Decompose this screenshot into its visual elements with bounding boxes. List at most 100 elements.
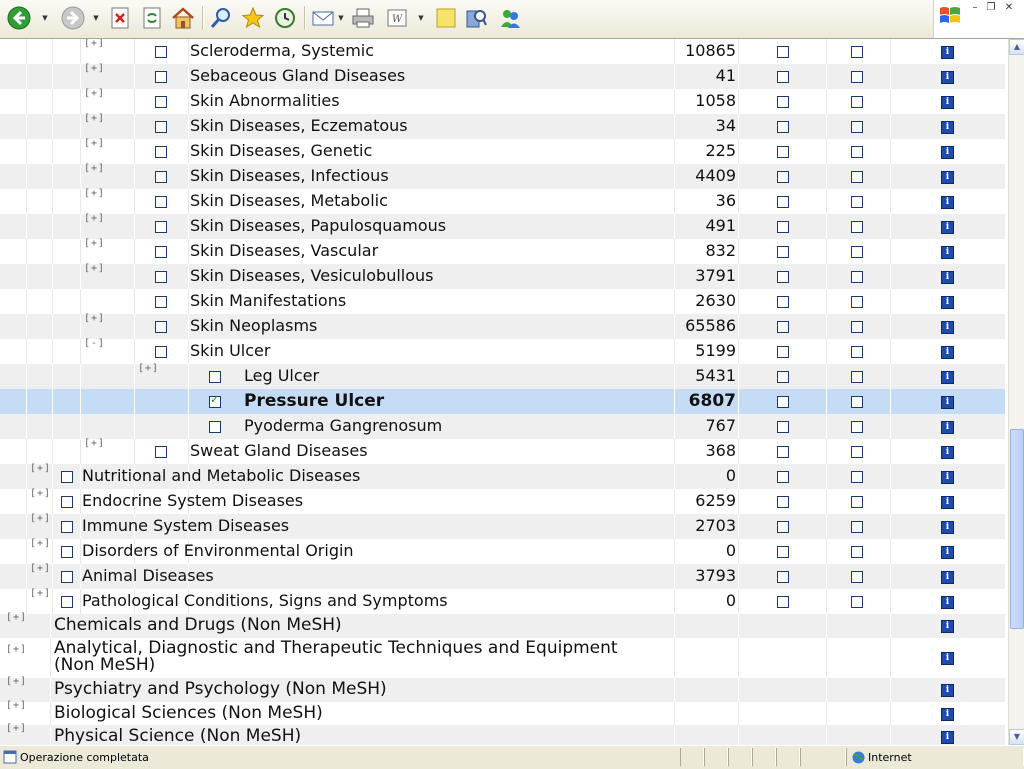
tree-expander[interactable]: [+] bbox=[84, 39, 105, 49]
tree-expander[interactable]: [+] bbox=[30, 463, 51, 474]
major-topic-checkbox[interactable] bbox=[777, 296, 789, 308]
info-icon[interactable]: i bbox=[941, 421, 954, 434]
term-label[interactable]: Pyoderma Gangrenosum bbox=[244, 416, 442, 435]
term-label[interactable]: Leg Ulcer bbox=[244, 366, 319, 385]
term-label[interactable]: Skin Manifestations bbox=[190, 291, 346, 310]
info-icon[interactable]: i bbox=[941, 71, 954, 84]
select-checkbox[interactable] bbox=[155, 346, 167, 358]
home-button[interactable] bbox=[170, 5, 196, 31]
tree-expander[interactable]: [+] bbox=[6, 700, 27, 711]
term-label[interactable]: Biological Sciences (Non MeSH) bbox=[54, 703, 323, 723]
major-topic-checkbox[interactable] bbox=[777, 221, 789, 233]
term-label[interactable]: Sweat Gland Diseases bbox=[190, 441, 368, 460]
major-topic-checkbox[interactable] bbox=[777, 96, 789, 108]
tree-expander[interactable]: [+] bbox=[6, 644, 27, 655]
info-icon[interactable]: i bbox=[941, 446, 954, 459]
select-checkbox[interactable] bbox=[61, 596, 73, 608]
print-button[interactable] bbox=[350, 5, 376, 31]
scroll-thumb[interactable] bbox=[1010, 429, 1024, 629]
research-button[interactable] bbox=[463, 5, 489, 31]
term-label[interactable]: Skin Diseases, Eczematous bbox=[190, 116, 408, 135]
explode-checkbox[interactable] bbox=[851, 146, 863, 158]
edit-button[interactable]: W bbox=[384, 5, 410, 31]
major-topic-checkbox[interactable] bbox=[777, 346, 789, 358]
tree-expander[interactable]: [+] bbox=[84, 163, 105, 174]
select-checkbox[interactable] bbox=[209, 393, 221, 408]
select-checkbox[interactable] bbox=[209, 421, 221, 433]
select-checkbox[interactable] bbox=[61, 571, 73, 583]
term-label[interactable]: Skin Diseases, Metabolic bbox=[190, 191, 388, 210]
explode-checkbox[interactable] bbox=[851, 171, 863, 183]
select-checkbox[interactable] bbox=[155, 321, 167, 333]
select-checkbox[interactable] bbox=[155, 446, 167, 458]
explode-checkbox[interactable] bbox=[851, 271, 863, 283]
term-label[interactable]: Animal Diseases bbox=[82, 566, 214, 585]
select-checkbox[interactable] bbox=[155, 121, 167, 133]
explode-checkbox[interactable] bbox=[851, 446, 863, 458]
select-checkbox[interactable] bbox=[209, 371, 221, 383]
tree-expander[interactable]: [+] bbox=[30, 488, 51, 499]
major-topic-checkbox[interactable] bbox=[777, 446, 789, 458]
tree-expander[interactable]: [+] bbox=[6, 676, 27, 687]
explode-checkbox[interactable] bbox=[851, 596, 863, 608]
tree-expander[interactable]: [+] bbox=[84, 113, 105, 124]
tree-expander[interactable]: [+] bbox=[84, 188, 105, 199]
info-icon[interactable]: i bbox=[941, 708, 954, 721]
term-label[interactable]: Skin Diseases, Genetic bbox=[190, 141, 372, 160]
term-label[interactable]: Nutritional and Metabolic Diseases bbox=[82, 466, 360, 485]
mail-dropdown[interactable]: ▼ bbox=[336, 5, 346, 31]
close-button[interactable]: ✕ bbox=[1002, 2, 1016, 14]
explode-checkbox[interactable] bbox=[851, 371, 863, 383]
tree-expander[interactable]: [+] bbox=[138, 363, 159, 374]
info-icon[interactable]: i bbox=[941, 271, 954, 284]
info-icon[interactable]: i bbox=[941, 221, 954, 234]
history-button[interactable] bbox=[272, 5, 298, 31]
term-label[interactable]: Scleroderma, Systemic bbox=[190, 41, 374, 60]
info-icon[interactable]: i bbox=[941, 96, 954, 109]
minimize-button[interactable]: – bbox=[968, 2, 982, 14]
term-label[interactable]: Pressure Ulcer bbox=[244, 391, 384, 411]
tree-expander[interactable]: [+] bbox=[84, 213, 105, 224]
scroll-up-button[interactable]: ▲ bbox=[1009, 39, 1024, 55]
info-icon[interactable]: i bbox=[941, 146, 954, 159]
explode-checkbox[interactable] bbox=[851, 521, 863, 533]
info-icon[interactable]: i bbox=[941, 371, 954, 384]
info-icon[interactable]: i bbox=[941, 596, 954, 609]
favorites-button[interactable] bbox=[240, 5, 266, 31]
select-checkbox[interactable] bbox=[61, 496, 73, 508]
major-topic-checkbox[interactable] bbox=[777, 146, 789, 158]
select-checkbox[interactable] bbox=[61, 521, 73, 533]
tree-expander[interactable]: [+] bbox=[84, 238, 105, 249]
tree-expander[interactable]: [+] bbox=[30, 588, 51, 599]
edit-dropdown[interactable]: ▼ bbox=[416, 5, 426, 31]
select-checkbox[interactable] bbox=[155, 246, 167, 258]
term-label[interactable]: Endocrine System Diseases bbox=[82, 491, 303, 510]
major-topic-checkbox[interactable] bbox=[777, 396, 789, 408]
vertical-scrollbar[interactable]: ▲ ▼ bbox=[1008, 39, 1024, 745]
info-icon[interactable]: i bbox=[941, 496, 954, 509]
explode-checkbox[interactable] bbox=[851, 121, 863, 133]
term-label[interactable]: Pathological Conditions, Signs and Sympt… bbox=[82, 591, 448, 610]
mail-button[interactable] bbox=[310, 5, 336, 31]
term-label[interactable]: Chemicals and Drugs (Non MeSH) bbox=[54, 615, 342, 635]
info-icon[interactable]: i bbox=[941, 652, 954, 665]
term-label[interactable]: Sebaceous Gland Diseases bbox=[190, 66, 405, 85]
term-label[interactable]: Skin Diseases, Vesiculobullous bbox=[190, 266, 433, 285]
tree-expander[interactable]: [+] bbox=[30, 513, 51, 524]
select-checkbox[interactable] bbox=[61, 546, 73, 558]
select-checkbox[interactable] bbox=[155, 46, 167, 58]
major-topic-checkbox[interactable] bbox=[777, 546, 789, 558]
major-topic-checkbox[interactable] bbox=[777, 321, 789, 333]
tree-expander[interactable]: [+] bbox=[84, 88, 105, 99]
info-icon[interactable]: i bbox=[941, 171, 954, 184]
info-icon[interactable]: i bbox=[941, 731, 954, 744]
search-button[interactable] bbox=[208, 5, 234, 31]
major-topic-checkbox[interactable] bbox=[777, 46, 789, 58]
major-topic-checkbox[interactable] bbox=[777, 596, 789, 608]
term-label[interactable]: Skin Diseases, Papulosquamous bbox=[190, 216, 446, 235]
select-checkbox[interactable] bbox=[155, 196, 167, 208]
tree-expander[interactable]: [-] bbox=[84, 338, 105, 349]
major-topic-checkbox[interactable] bbox=[777, 271, 789, 283]
select-checkbox[interactable] bbox=[155, 296, 167, 308]
explode-checkbox[interactable] bbox=[851, 71, 863, 83]
